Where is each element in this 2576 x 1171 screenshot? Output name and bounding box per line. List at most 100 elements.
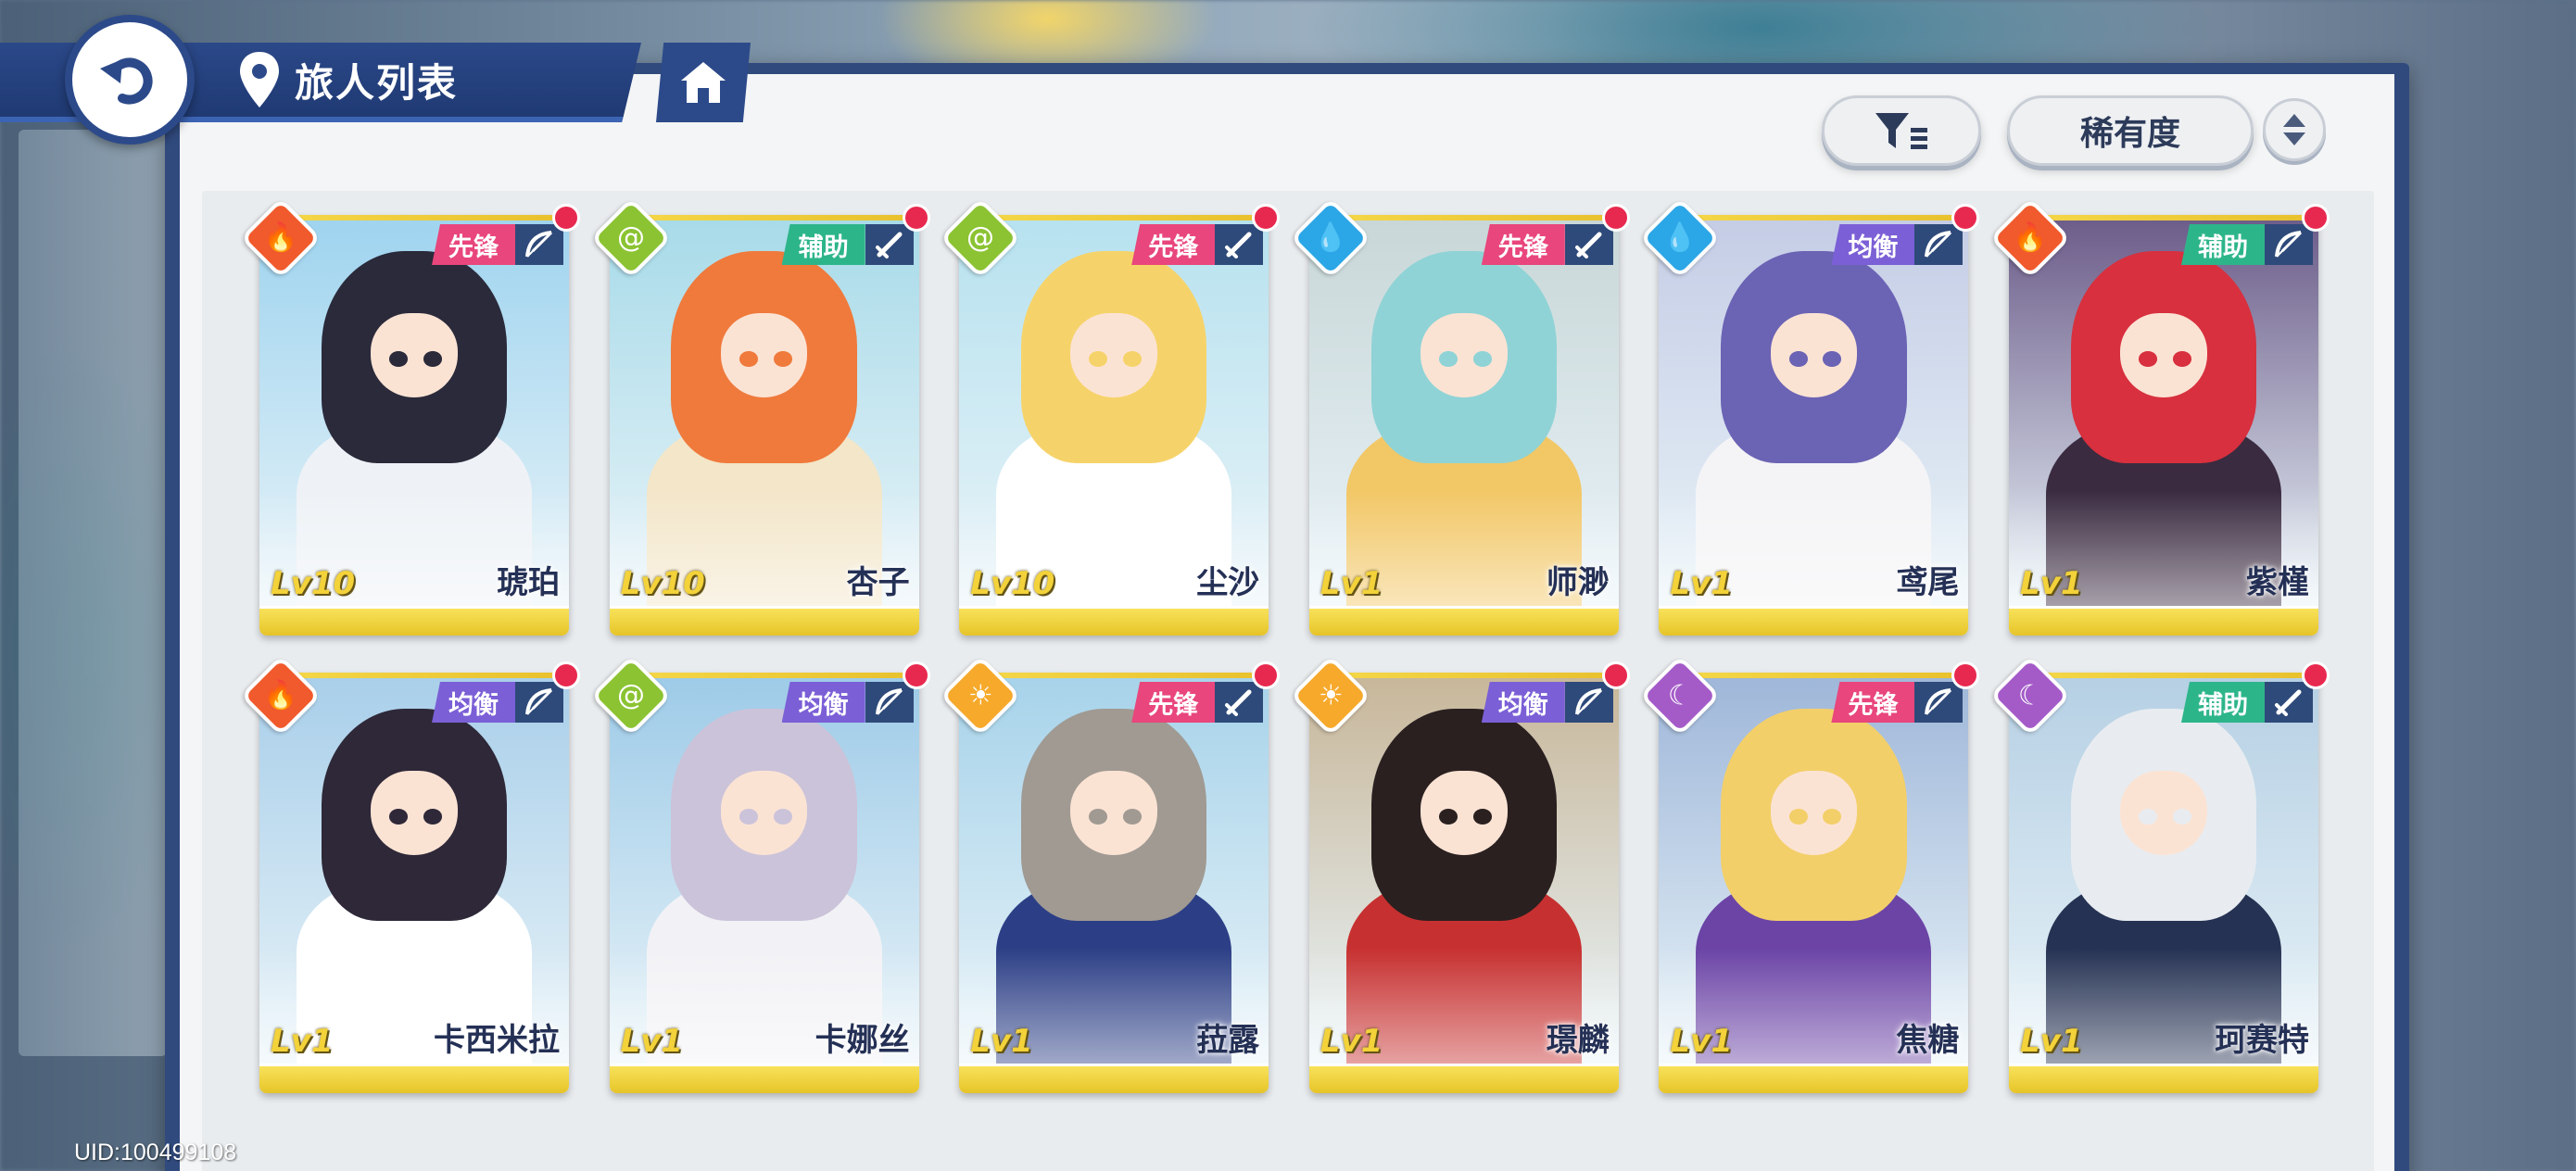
role-tag: 先锋 xyxy=(1131,682,1216,723)
character-card[interactable]: Lv1 珂赛特 ☾ 辅助 xyxy=(1989,655,2330,1093)
back-button[interactable] xyxy=(65,15,195,145)
sort-by-dropdown[interactable]: 稀有度 xyxy=(2007,95,2254,166)
character-portrait xyxy=(1308,678,1619,1064)
character-level: Lv10 xyxy=(271,565,356,602)
character-name: 璟麟 xyxy=(1546,1022,1610,1059)
new-indicator-dot xyxy=(902,204,930,232)
back-arrow-icon xyxy=(100,57,153,105)
role-tag: 先锋 xyxy=(1481,224,1565,265)
character-portrait xyxy=(609,220,919,606)
sort-order-toggle[interactable] xyxy=(2263,98,2326,161)
character-card[interactable]: Lv1 师渺 💧 先锋 xyxy=(1289,197,1630,636)
character-portrait xyxy=(959,220,1269,606)
character-card[interactable]: Lv1 菈露 ☀ 先锋 xyxy=(940,655,1281,1093)
character-level: Lv1 xyxy=(2020,1023,2083,1060)
character-portrait xyxy=(1659,220,1969,606)
bow-icon xyxy=(1564,682,1613,723)
character-portrait xyxy=(259,220,569,606)
card-rarity-bar xyxy=(959,606,1269,636)
sword-icon xyxy=(1564,224,1613,265)
character-level: Lv10 xyxy=(970,565,1055,602)
role-tag: 均衡 xyxy=(1831,224,1915,265)
card-rarity-bar xyxy=(259,606,569,636)
new-indicator-dot xyxy=(902,661,930,689)
bow-icon xyxy=(2265,224,2313,265)
bow-icon xyxy=(1914,224,1964,265)
card-rarity-bar xyxy=(1659,606,1969,636)
character-name: 师渺 xyxy=(1546,564,1610,601)
card-rarity-bar xyxy=(2009,1064,2318,1093)
character-card[interactable]: Lv10 尘沙 @ 先锋 xyxy=(940,197,1281,636)
new-indicator-dot xyxy=(1252,204,1281,232)
home-icon xyxy=(681,62,726,103)
role-tag: 均衡 xyxy=(781,682,865,723)
card-rarity-bar xyxy=(2009,606,2318,636)
card-rarity-bar xyxy=(609,1064,919,1093)
location-pin-icon xyxy=(240,52,279,107)
character-level: Lv1 xyxy=(2020,565,2083,602)
filter-icon xyxy=(1875,113,1927,149)
role-tag: 先锋 xyxy=(1831,682,1915,723)
character-level: Lv1 xyxy=(1320,565,1383,602)
card-rarity-bar xyxy=(259,1064,569,1093)
page-title: 旅人列表 xyxy=(295,60,459,106)
character-card[interactable]: Lv1 鸢尾 💧 均衡 xyxy=(1639,197,1980,636)
role-tag: 辅助 xyxy=(2181,224,2265,265)
sword-icon xyxy=(1215,224,1264,265)
bow-icon xyxy=(515,682,563,723)
character-card[interactable]: Lv10 琥珀 🔥 先锋 xyxy=(240,197,580,636)
new-indicator-dot xyxy=(2302,204,2330,232)
character-portrait xyxy=(1308,220,1619,606)
character-portrait xyxy=(1659,678,1969,1064)
character-level: Lv10 xyxy=(620,565,705,602)
character-name: 菈露 xyxy=(1196,1022,1260,1059)
sort-down-icon xyxy=(2283,132,2305,145)
character-card[interactable]: Lv10 杏子 @ 辅助 xyxy=(589,197,930,636)
character-level: Lv1 xyxy=(1670,1023,1733,1060)
card-rarity-bar xyxy=(1308,1064,1619,1093)
sort-up-icon xyxy=(2283,114,2305,127)
new-indicator-dot xyxy=(1601,204,1630,232)
character-card[interactable]: Lv1 璟麟 ☀ 均衡 xyxy=(1289,655,1630,1093)
character-name: 珂赛特 xyxy=(2215,1022,2309,1059)
character-name: 杏子 xyxy=(846,564,910,601)
character-card[interactable]: Lv1 焦糖 ☾ 先锋 xyxy=(1639,655,1980,1093)
character-name: 琥珀 xyxy=(497,564,560,601)
role-tag: 先锋 xyxy=(1131,224,1216,265)
character-level: Lv1 xyxy=(620,1023,684,1060)
sword-icon xyxy=(1215,682,1264,723)
character-level: Lv1 xyxy=(271,1023,334,1060)
sword-icon xyxy=(865,224,914,265)
character-card[interactable]: Lv1 紫槿 🔥 辅助 xyxy=(1989,197,2330,636)
home-button[interactable] xyxy=(656,43,751,122)
new-indicator-dot xyxy=(552,661,580,689)
card-rarity-bar xyxy=(1308,606,1619,636)
new-indicator-dot xyxy=(1601,661,1630,689)
role-tag: 均衡 xyxy=(432,682,515,723)
character-card[interactable]: Lv1 卡娜丝 @ 均衡 xyxy=(589,655,930,1093)
character-name: 卡娜丝 xyxy=(814,1022,910,1059)
new-indicator-dot xyxy=(2302,661,2330,689)
new-indicator-dot xyxy=(1252,661,1281,689)
background-window xyxy=(19,130,167,1056)
character-name: 鸢尾 xyxy=(1896,564,1960,601)
filter-button[interactable] xyxy=(1822,95,1981,166)
character-portrait xyxy=(259,678,569,1064)
character-name: 卡西米拉 xyxy=(434,1022,560,1059)
role-tag: 辅助 xyxy=(2181,682,2265,723)
character-portrait xyxy=(959,678,1269,1064)
new-indicator-dot xyxy=(552,204,580,232)
character-name: 焦糖 xyxy=(1896,1022,1960,1059)
character-level: Lv1 xyxy=(970,1023,1033,1060)
character-portrait xyxy=(609,678,919,1064)
character-card[interactable]: Lv1 卡西米拉 🔥 均衡 xyxy=(240,655,580,1093)
card-rarity-bar xyxy=(609,606,919,636)
bow-icon xyxy=(515,224,563,265)
bow-icon xyxy=(865,682,914,723)
character-portrait xyxy=(2009,678,2318,1064)
character-portrait xyxy=(2009,220,2318,606)
role-tag: 均衡 xyxy=(1481,682,1565,723)
character-name: 紫槿 xyxy=(2246,564,2309,601)
character-level: Lv1 xyxy=(1320,1023,1383,1060)
bow-icon xyxy=(1914,682,1964,723)
